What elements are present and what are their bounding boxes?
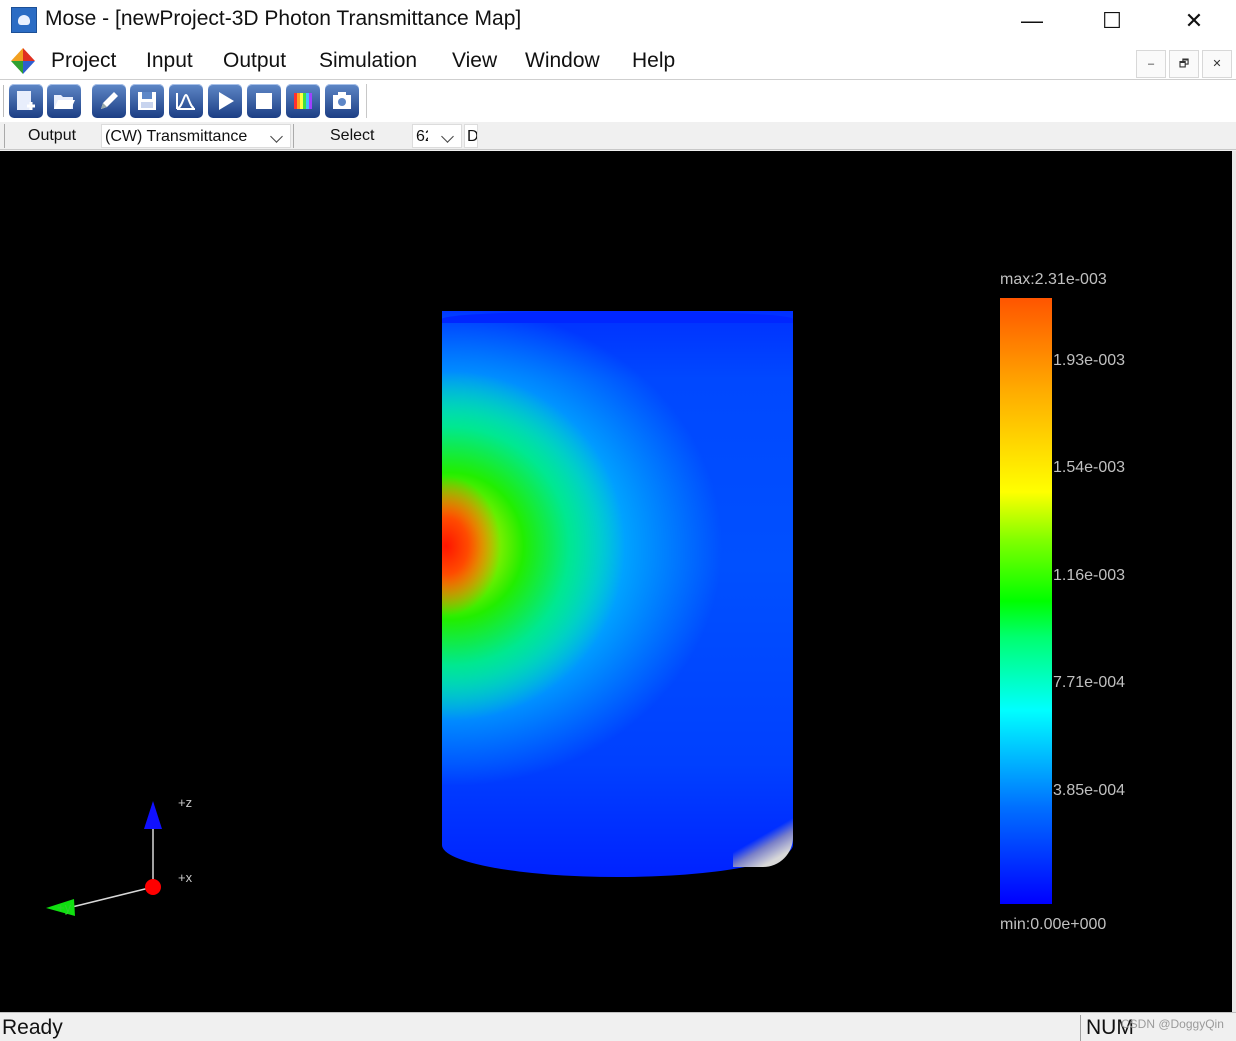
colorbar-min-label: min:0.00e+000	[1000, 916, 1107, 933]
color-spectrum-icon[interactable]	[286, 84, 320, 118]
colorbar-tick: 1.93e-003	[1053, 352, 1126, 369]
select-label: Select	[330, 127, 375, 144]
camera-snapshot-icon[interactable]	[325, 84, 359, 118]
cylinder-top-edge	[442, 311, 793, 323]
window-title: Mose - [newProject-3D Photon Transmittan…	[45, 7, 522, 30]
select-dropdown[interactable]: 62	[412, 124, 462, 148]
menu-simulation[interactable]: Simulation	[319, 49, 417, 73]
new-project-icon[interactable]	[9, 84, 43, 118]
colorbar-tick: 1.16e-003	[1053, 567, 1126, 584]
menu-window[interactable]: Window	[525, 49, 600, 73]
menu-input[interactable]: Input	[146, 49, 193, 73]
menu-help[interactable]: Help	[632, 49, 675, 73]
colorbar-tick: 3.85e-004	[1053, 782, 1126, 799]
app-logo-icon	[11, 7, 37, 33]
x-axis-origin-dot	[145, 879, 161, 895]
stop-icon[interactable]	[247, 84, 281, 118]
title-bar: Mose - [newProject-3D Photon Transmittan…	[0, 0, 1236, 42]
select-value: 62	[416, 128, 428, 145]
mdi-close-button[interactable]: ✕	[1202, 50, 1232, 78]
output-type-value: (CW) Transmittance	[105, 128, 248, 145]
menu-project[interactable]: Project	[51, 49, 116, 73]
status-bar	[0, 1012, 1236, 1041]
mdi-minimize-button[interactable]: –	[1136, 50, 1166, 78]
z-axis-label: +z	[178, 795, 193, 810]
mdi-restore-button[interactable]: 🗗	[1169, 50, 1199, 78]
viewport-edge	[1232, 151, 1236, 1012]
extra-field-value: D	[467, 128, 478, 145]
menu-output[interactable]: Output	[223, 49, 286, 73]
colorbar-max-label: max:2.31e-003	[1000, 271, 1107, 288]
run-play-icon[interactable]	[208, 84, 242, 118]
watermark: CSDN @DoggyQin	[1121, 1017, 1224, 1031]
chevron-down-icon	[441, 130, 454, 143]
menu-bar: Project Input Output Simulation View Win…	[0, 42, 1236, 80]
mose-logo-icon	[11, 48, 35, 74]
output-type-dropdown[interactable]: (CW) Transmittance	[101, 124, 291, 148]
menu-view[interactable]: View	[452, 49, 497, 73]
status-text: Ready	[2, 1016, 63, 1039]
colorbar-tick: 7.71e-004	[1053, 674, 1126, 691]
output-bar-grip	[4, 124, 5, 148]
edit-pencil-icon[interactable]	[92, 84, 126, 118]
colorbar	[1000, 298, 1052, 904]
chevron-down-icon	[270, 130, 283, 143]
open-folder-icon[interactable]	[47, 84, 81, 118]
extra-field[interactable]: D	[464, 124, 478, 148]
save-disk-icon[interactable]	[130, 84, 164, 118]
transmittance-cylinder[interactable]	[442, 311, 793, 877]
output-label: Output	[28, 127, 77, 144]
x-axis-label: +x	[178, 870, 193, 885]
z-axis-arrow	[144, 801, 162, 829]
minimize-button[interactable]: —	[992, 0, 1072, 42]
output-bar-divider	[293, 124, 294, 148]
toolbar-separator	[366, 84, 370, 118]
y-axis-label: +y	[57, 900, 72, 915]
colorbar-tick: 1.54e-003	[1053, 459, 1126, 476]
maximize-button[interactable]: ☐	[1072, 0, 1152, 42]
close-button[interactable]: ✕	[1154, 0, 1234, 42]
toolbar-grip[interactable]	[3, 85, 7, 117]
distribution-plot-icon[interactable]	[169, 84, 203, 118]
